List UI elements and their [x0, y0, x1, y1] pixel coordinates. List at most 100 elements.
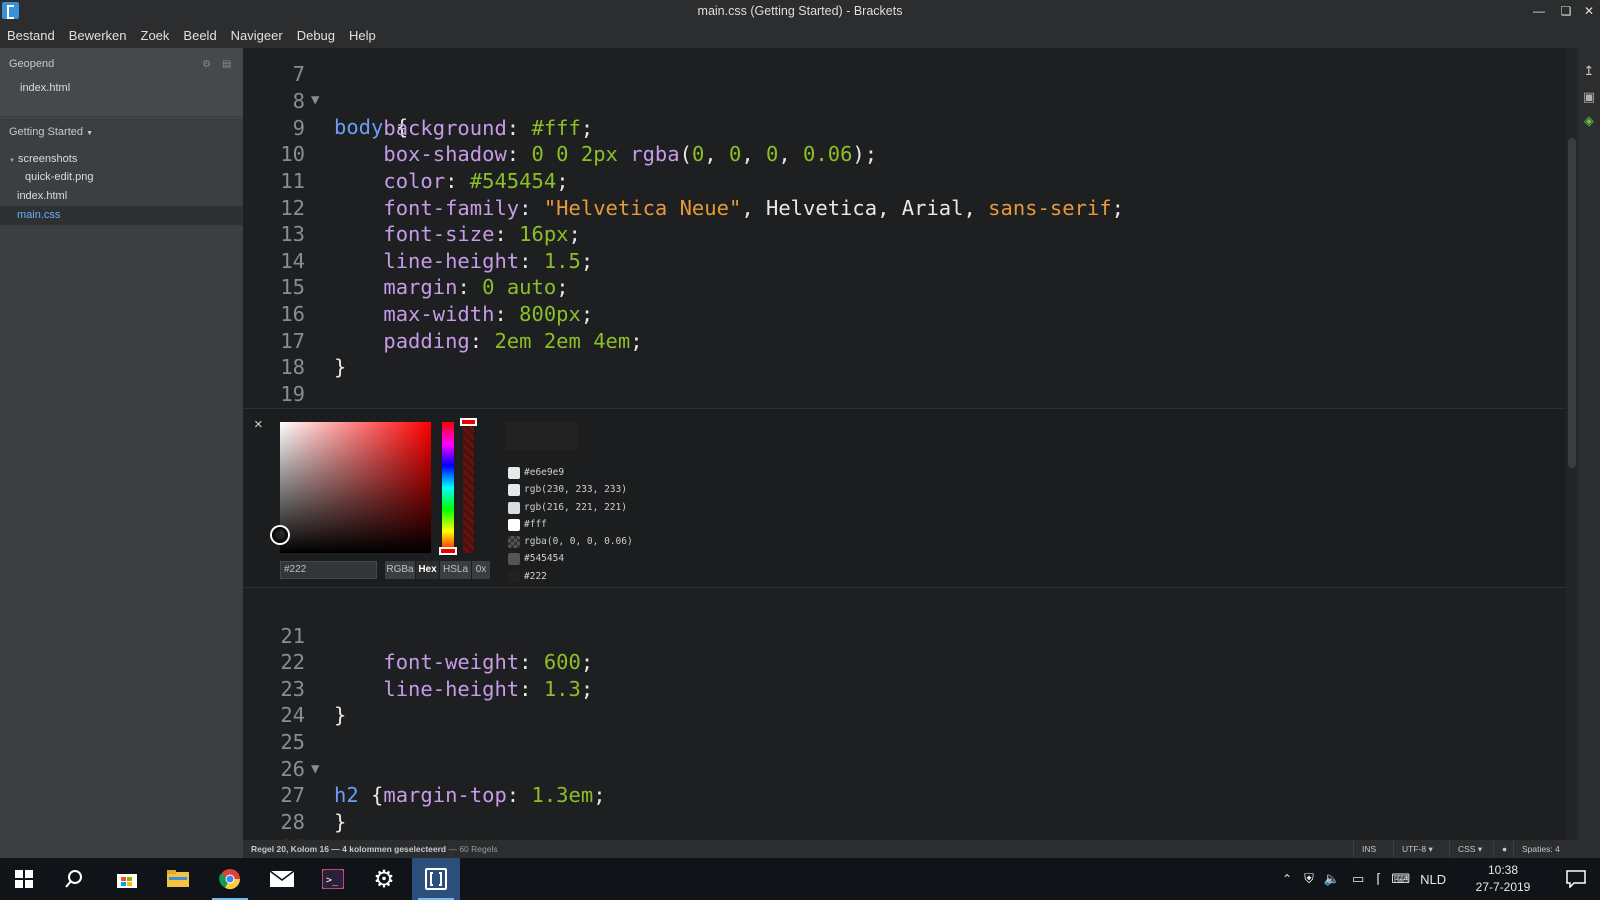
code-line[interactable]: 21 font-weight: 600;: [243, 596, 1566, 675]
hue-slider[interactable]: [439, 422, 457, 555]
saturation-value-field[interactable]: [272, 422, 431, 553]
system-tray: ⌃ ⛨ 🔈 ▭ ⌈ ⌨ NLD: [1282, 858, 1446, 900]
minimize-button[interactable]: —: [1527, 2, 1551, 20]
color-selector-handle[interactable]: [272, 527, 288, 543]
code-line[interactable]: 12 font-size: 16px;: [243, 168, 1566, 247]
code-line[interactable]: 20 color: #222;: [243, 381, 1566, 459]
indent-setting[interactable]: Spaties: 4: [1513, 840, 1573, 858]
menu-bar: Bestand Bewerken Zoek Beeld Navigeer Deb…: [0, 22, 1600, 48]
format-rgba-button[interactable]: RGBa: [385, 561, 415, 579]
code-line[interactable]: 9 box-shadow: 0 0 2px rgba(0, 0, 0, 0.06…: [243, 88, 1566, 167]
code-line[interactable]: 25 ▼ h2 {: [243, 702, 1566, 807]
brackets-icon: [425, 868, 447, 890]
format-hex-button[interactable]: Hex: [416, 561, 439, 579]
security-shield-icon[interactable]: ⛨: [1304, 871, 1314, 887]
code-line[interactable]: 26 margin-top: 1.3em;: [243, 729, 1566, 808]
code-line[interactable]: 18: [243, 328, 1566, 379]
code-editor[interactable]: 7 ▼ body { 8 background: #fff; 9 box-sha…: [243, 48, 1566, 840]
menu-beeld[interactable]: Beeld: [183, 28, 216, 43]
open-file-item[interactable]: index.html: [0, 79, 243, 98]
mail-icon: [270, 871, 294, 887]
notification-icon: [1566, 870, 1586, 888]
menu-help[interactable]: Help: [349, 28, 376, 43]
format-hsla-button[interactable]: HSLa: [440, 561, 471, 579]
svg-text:>_: >_: [326, 875, 339, 886]
battery-icon[interactable]: ▭: [1352, 871, 1364, 887]
format-0x-button[interactable]: 0x: [472, 561, 490, 579]
taskbar: >_ ⚙ ⌃ ⛨ 🔈 ▭ ⌈ ⌨ NLD 10:38 27-7-2019: [0, 858, 1600, 900]
terminal-button[interactable]: >_: [309, 858, 357, 900]
scrollbar-thumb[interactable]: [1568, 138, 1576, 468]
mail-button[interactable]: [258, 858, 306, 900]
code-line[interactable]: 8 background: #fff;: [243, 62, 1566, 140]
close-icon[interactable]: ×: [254, 416, 263, 433]
keyboard-icon[interactable]: ⌨: [1391, 871, 1410, 887]
tree-file-quick-edit[interactable]: quick-edit.png: [0, 168, 243, 187]
insert-mode-toggle[interactable]: INS: [1353, 840, 1393, 858]
store-button[interactable]: [103, 858, 151, 900]
menu-bestand[interactable]: Bestand: [7, 28, 55, 43]
volume-icon[interactable]: 🔈: [1324, 871, 1340, 887]
code-line[interactable]: 24: [243, 676, 1566, 727]
code-line[interactable]: 7 ▼ body {: [243, 48, 1566, 139]
code-line[interactable]: 16 padding: 2em 2em 4em;: [243, 274, 1566, 353]
linter-status-icon[interactable]: ●: [1493, 840, 1513, 858]
settings-button[interactable]: ⚙: [360, 858, 408, 900]
code-line[interactable]: 17 }: [243, 301, 1566, 380]
code-line[interactable]: 15 max-width: 800px;: [243, 248, 1566, 326]
code-line[interactable]: 28: [243, 782, 1566, 834]
chevron-down-icon: ▼: [9, 158, 15, 164]
menu-debug[interactable]: Debug: [297, 28, 335, 43]
split-view-icon[interactable]: ▤: [222, 60, 232, 70]
status-bar: Regel 20, Kolom 16 — 4 kolommen geselect…: [243, 840, 1600, 858]
window-title: main.css (Getting Started) - Brackets: [697, 4, 903, 18]
start-button[interactable]: [0, 858, 48, 900]
color-value-input[interactable]: #222: [280, 561, 377, 579]
project-dropdown[interactable]: Getting Started ▼: [9, 126, 93, 138]
code-line[interactable]: 23 }: [243, 649, 1566, 728]
live-preview-icon[interactable]: ↥: [1581, 64, 1597, 78]
code-line[interactable]: 29 ▼ a {: [243, 809, 1566, 840]
swatch-label: #e6e9e9: [524, 467, 565, 478]
inline-color-picker: × #222 RGBa Hex HSLa 0x #e6e9e9 rgb(230,…: [243, 408, 1566, 588]
menu-navigeer[interactable]: Navigeer: [231, 28, 283, 43]
opacity-slider-handle[interactable]: [460, 418, 477, 426]
hue-slider-handle[interactable]: [439, 547, 457, 555]
brackets-taskbar-button[interactable]: [412, 858, 460, 900]
code-line[interactable]: 10 color: #545454;: [243, 115, 1566, 193]
language-dropdown[interactable]: CSS ▾: [1449, 840, 1493, 858]
extension-icon[interactable]: ◈: [1581, 114, 1597, 128]
close-window-button[interactable]: ✕: [1577, 2, 1600, 20]
tree-folder-screenshots[interactable]: ▼ screenshots: [0, 150, 243, 169]
tree-file-index-html[interactable]: index.html: [0, 187, 243, 206]
code-line[interactable]: 19 ▼ h1, h2, h3, h4, h5, h6 {: [243, 354, 1566, 459]
encoding-dropdown[interactable]: UTF-8 ▾: [1393, 840, 1449, 858]
cursor-position: Regel 20, Kolom 16 — 4 kolommen geselect…: [251, 844, 447, 854]
vertical-scrollbar[interactable]: [1566, 48, 1578, 840]
code-line[interactable]: 11 font-family: "Helvetica Neue", Helvet…: [243, 141, 1566, 220]
code-line[interactable]: 22 line-height: 1.3;: [243, 623, 1566, 701]
menu-bewerken[interactable]: Bewerken: [69, 28, 127, 43]
open-files-header: Geopend: [9, 58, 55, 70]
chevron-up-icon[interactable]: ⌃: [1282, 872, 1292, 886]
code-line[interactable]: 14 margin: 0 auto;: [243, 221, 1566, 300]
tree-file-main-css[interactable]: main.css: [0, 206, 243, 225]
swatch-chip: [508, 467, 520, 479]
opacity-slider[interactable]: [460, 418, 477, 553]
chrome-button[interactable]: [206, 858, 254, 900]
input-language[interactable]: NLD: [1420, 872, 1446, 887]
system-clock[interactable]: 10:38 27-7-2019: [1468, 862, 1538, 896]
menu-zoek[interactable]: Zoek: [141, 28, 170, 43]
swatch-chip: [508, 536, 520, 549]
code-line[interactable]: 27 }: [243, 756, 1566, 834]
gear-icon[interactable]: ⚙: [202, 60, 212, 70]
code-line[interactable]: 13 line-height: 1.5;: [243, 195, 1566, 273]
windows-logo-icon: [15, 870, 33, 888]
restore-button[interactable]: ❏: [1554, 2, 1578, 20]
action-center-button[interactable]: [1552, 858, 1600, 900]
file-explorer-button[interactable]: [154, 858, 202, 900]
tree-item-label: quick-edit.png: [25, 171, 94, 183]
extension-manager-icon[interactable]: ▣: [1581, 90, 1597, 104]
wifi-icon[interactable]: ⌈: [1376, 871, 1381, 887]
search-button[interactable]: [50, 858, 98, 900]
